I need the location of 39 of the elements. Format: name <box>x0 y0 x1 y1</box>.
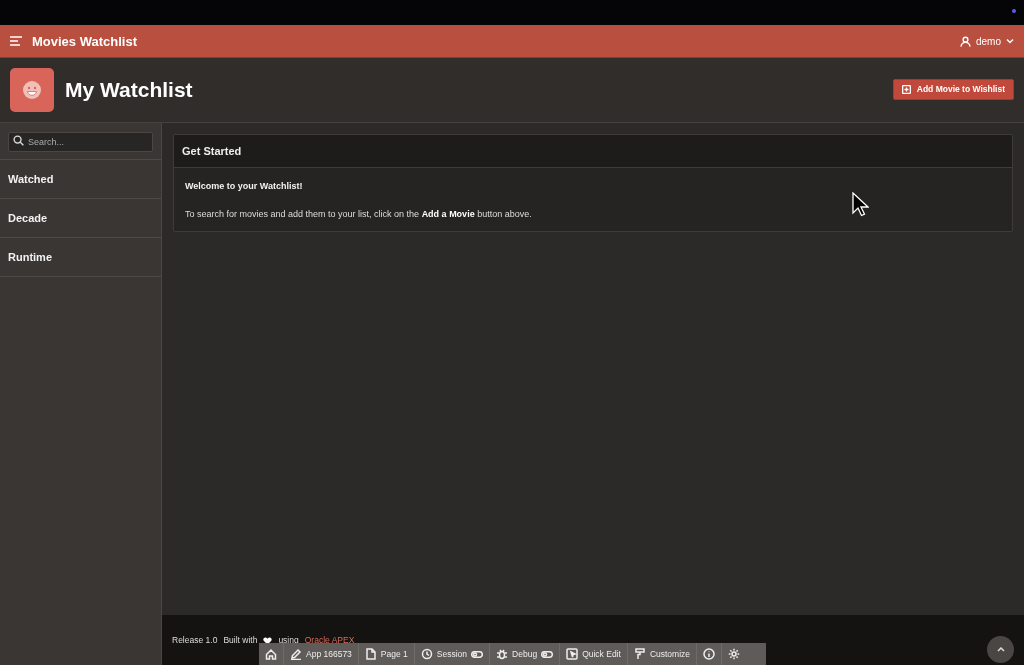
user-menu[interactable]: demo <box>960 35 1014 47</box>
mouse-pointer-icon <box>852 192 869 217</box>
toolbar-button[interactable]: Session <box>414 643 491 665</box>
home-icon <box>265 648 277 660</box>
page-icon <box>364 648 377 660</box>
back-to-top-button[interactable] <box>987 636 1014 663</box>
welcome-heading: Welcome to your Watchlist! <box>185 181 304 191</box>
smiley-icon <box>22 80 42 100</box>
toolbar-button[interactable]: Page 1 <box>358 643 415 665</box>
toolbar-button[interactable]: Quick Edit <box>560 643 628 665</box>
page-title: My Watchlist <box>65 78 193 102</box>
plus-square-icon <box>901 84 911 94</box>
search-field[interactable]: Search... <box>8 132 153 152</box>
heart-icon <box>263 637 273 645</box>
info-icon <box>703 648 716 660</box>
toolbar-button[interactable]: Customize <box>627 643 698 665</box>
toolbar-button[interactable]: App 166573 <box>284 643 359 665</box>
region-title: Get Started <box>182 145 242 157</box>
toolbar-button[interactable]: Debug <box>490 643 561 665</box>
menu-icon[interactable] <box>10 36 22 46</box>
add-movie-button[interactable]: Add Movie to Wishlist <box>892 78 1014 100</box>
oracle-apex-link[interactable]: Oracle APEX <box>304 635 355 645</box>
settings-icon <box>728 648 741 660</box>
filter-item[interactable]: Watched <box>0 160 161 199</box>
paint-roller-icon <box>633 648 646 660</box>
release-label: Release 1.0 <box>172 635 218 645</box>
filter-item[interactable]: Decade <box>0 199 161 238</box>
footer-text: Built with <box>223 635 258 645</box>
app-title: Movies Watchlist <box>32 33 137 49</box>
filter-item[interactable]: Runtime <box>0 238 161 277</box>
chevron-up-icon <box>996 647 1005 652</box>
clock-icon <box>420 648 433 660</box>
pencil-icon <box>290 648 302 660</box>
chevron-down-icon <box>1006 38 1014 44</box>
footer-text: using <box>278 635 299 645</box>
instruction-text: To search for movies and add them to your list, click on the Add a Movie button above. <box>185 209 533 219</box>
cursor-box-icon <box>566 648 579 660</box>
user-icon <box>960 35 971 47</box>
bug-icon <box>496 648 509 660</box>
